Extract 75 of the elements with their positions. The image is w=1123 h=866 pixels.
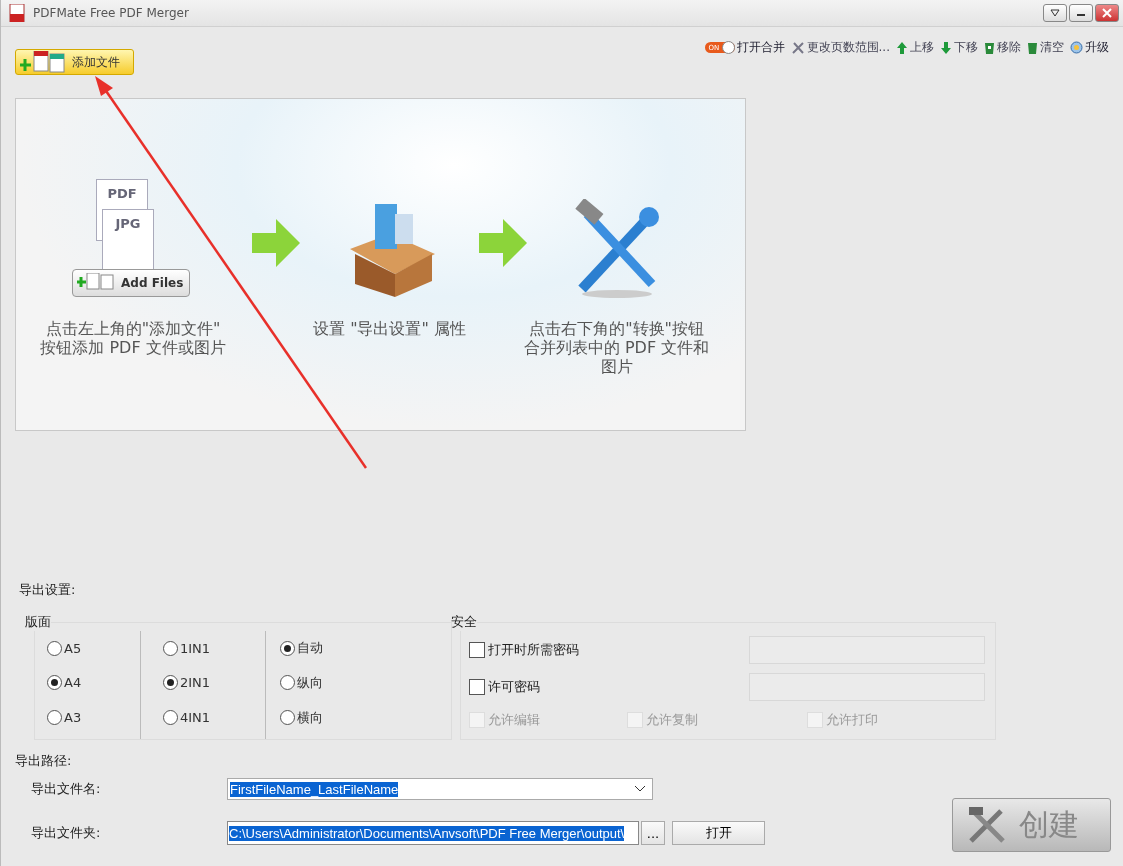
step-caption: 设置 "导出设置" 属性 xyxy=(312,319,467,338)
radio-button[interactable] xyxy=(280,710,295,726)
filename-dropdown[interactable]: FirstFileName_LastFileName xyxy=(227,778,653,800)
radio-label: 1IN1 xyxy=(180,640,211,656)
app-logo-icon xyxy=(9,4,25,22)
add-file-icon xyxy=(20,51,68,73)
radio-button[interactable] xyxy=(47,710,62,726)
radio-label: 自动 xyxy=(297,639,323,658)
checkbox-label: 允许复制 xyxy=(646,711,698,729)
radio-option[interactable]: 自动 xyxy=(280,639,451,658)
arrow-down-icon xyxy=(940,40,952,55)
arrow-right-icon xyxy=(250,217,302,269)
radio-button[interactable] xyxy=(163,675,178,691)
radio-button[interactable] xyxy=(47,675,62,691)
toolbar-button[interactable]: 更改页数范围... xyxy=(790,39,890,56)
radio-option[interactable]: A4 xyxy=(47,675,140,691)
open-button[interactable]: 打开 xyxy=(672,821,765,845)
radio-label: 2IN1 xyxy=(180,675,211,691)
arrow-up-icon xyxy=(896,40,908,55)
radio-label: A3 xyxy=(64,710,82,726)
checkbox[interactable] xyxy=(469,641,485,658)
group-title: 安全 xyxy=(451,613,477,631)
checkbox-label: 打开时所需密码 xyxy=(488,640,579,659)
radio-button[interactable] xyxy=(163,710,178,726)
document-drawing: JPG xyxy=(102,209,154,271)
checkbox-label: 允许打印 xyxy=(826,711,878,729)
radio-label: 纵向 xyxy=(297,674,323,692)
step-caption: 点击右下角的"转换"按钮合并列表中的 PDF 文件和图片 xyxy=(523,319,710,376)
close-icon xyxy=(1102,8,1112,18)
trash-icon xyxy=(1027,41,1038,54)
radio-option[interactable]: A3 xyxy=(47,710,140,726)
radio-option[interactable]: A5 xyxy=(47,640,140,656)
selected-text: FirstFileName_LastFileName xyxy=(230,781,399,797)
add-file-icon xyxy=(77,273,117,291)
tools-icon xyxy=(967,805,1007,845)
field-label: 导出文件名: xyxy=(31,780,102,798)
radio-option[interactable]: 2IN1 xyxy=(163,675,265,691)
field-label: 导出文件夹: xyxy=(31,824,102,842)
radio-label: A4 xyxy=(64,675,82,691)
minimize-button[interactable] xyxy=(1069,4,1093,22)
radio-label: A5 xyxy=(64,640,82,656)
checkbox[interactable] xyxy=(469,678,485,695)
toolbar-button[interactable]: 升级 xyxy=(1070,39,1109,56)
radio-option[interactable]: 4IN1 xyxy=(163,710,265,726)
close-button[interactable] xyxy=(1095,4,1119,22)
radio-button[interactable] xyxy=(280,675,295,691)
section-label: 导出路径: xyxy=(15,752,73,770)
folder-path-field[interactable]: C:\Users\Administrator\Documents\Anvsoft\PDF Free Merger\output\ xyxy=(227,821,639,845)
radio-button[interactable] xyxy=(280,640,295,656)
badge-label: Add Files xyxy=(121,276,184,290)
radio-option[interactable]: 横向 xyxy=(280,708,451,727)
radio-button[interactable] xyxy=(163,640,178,656)
triangle-down-icon xyxy=(1050,9,1060,17)
arrow-right-icon xyxy=(477,217,529,269)
step-caption: 点击左上角的"添加文件" 按钮添加 PDF 文件或图片 xyxy=(40,319,226,357)
radio-label: 横向 xyxy=(297,708,323,727)
toolbar-button[interactable]: 上移 xyxy=(896,39,934,56)
radio-option[interactable]: 1IN1 xyxy=(163,640,265,656)
chevron-down-icon xyxy=(634,785,646,793)
radio-label: 4IN1 xyxy=(180,710,211,726)
section-label: 导出设置: xyxy=(19,581,77,599)
selected-text: C:\Users\Administrator\Documents\Anvsoft\PDF Free Merger\output\ xyxy=(229,825,625,841)
trash-icon xyxy=(984,41,995,54)
checkbox-label: 许可密码 xyxy=(488,677,540,696)
add-file-button[interactable]: 添加文件 xyxy=(15,49,134,75)
toolbar-button[interactable]: 清空 xyxy=(1027,39,1064,56)
radio-option[interactable]: 纵向 xyxy=(280,674,451,692)
window-title: PDFMate Free PDF Merger xyxy=(33,6,189,20)
tools-icon xyxy=(790,40,805,55)
group-title: 版面 xyxy=(25,613,51,631)
radio-button[interactable] xyxy=(47,640,62,656)
toolbar-button[interactable]: 移除 xyxy=(984,39,1021,56)
toolbar-button[interactable]: 下移 xyxy=(940,39,978,56)
browse-button[interactable]: ... xyxy=(641,821,665,845)
checkbox-label: 允许编辑 xyxy=(488,711,540,729)
